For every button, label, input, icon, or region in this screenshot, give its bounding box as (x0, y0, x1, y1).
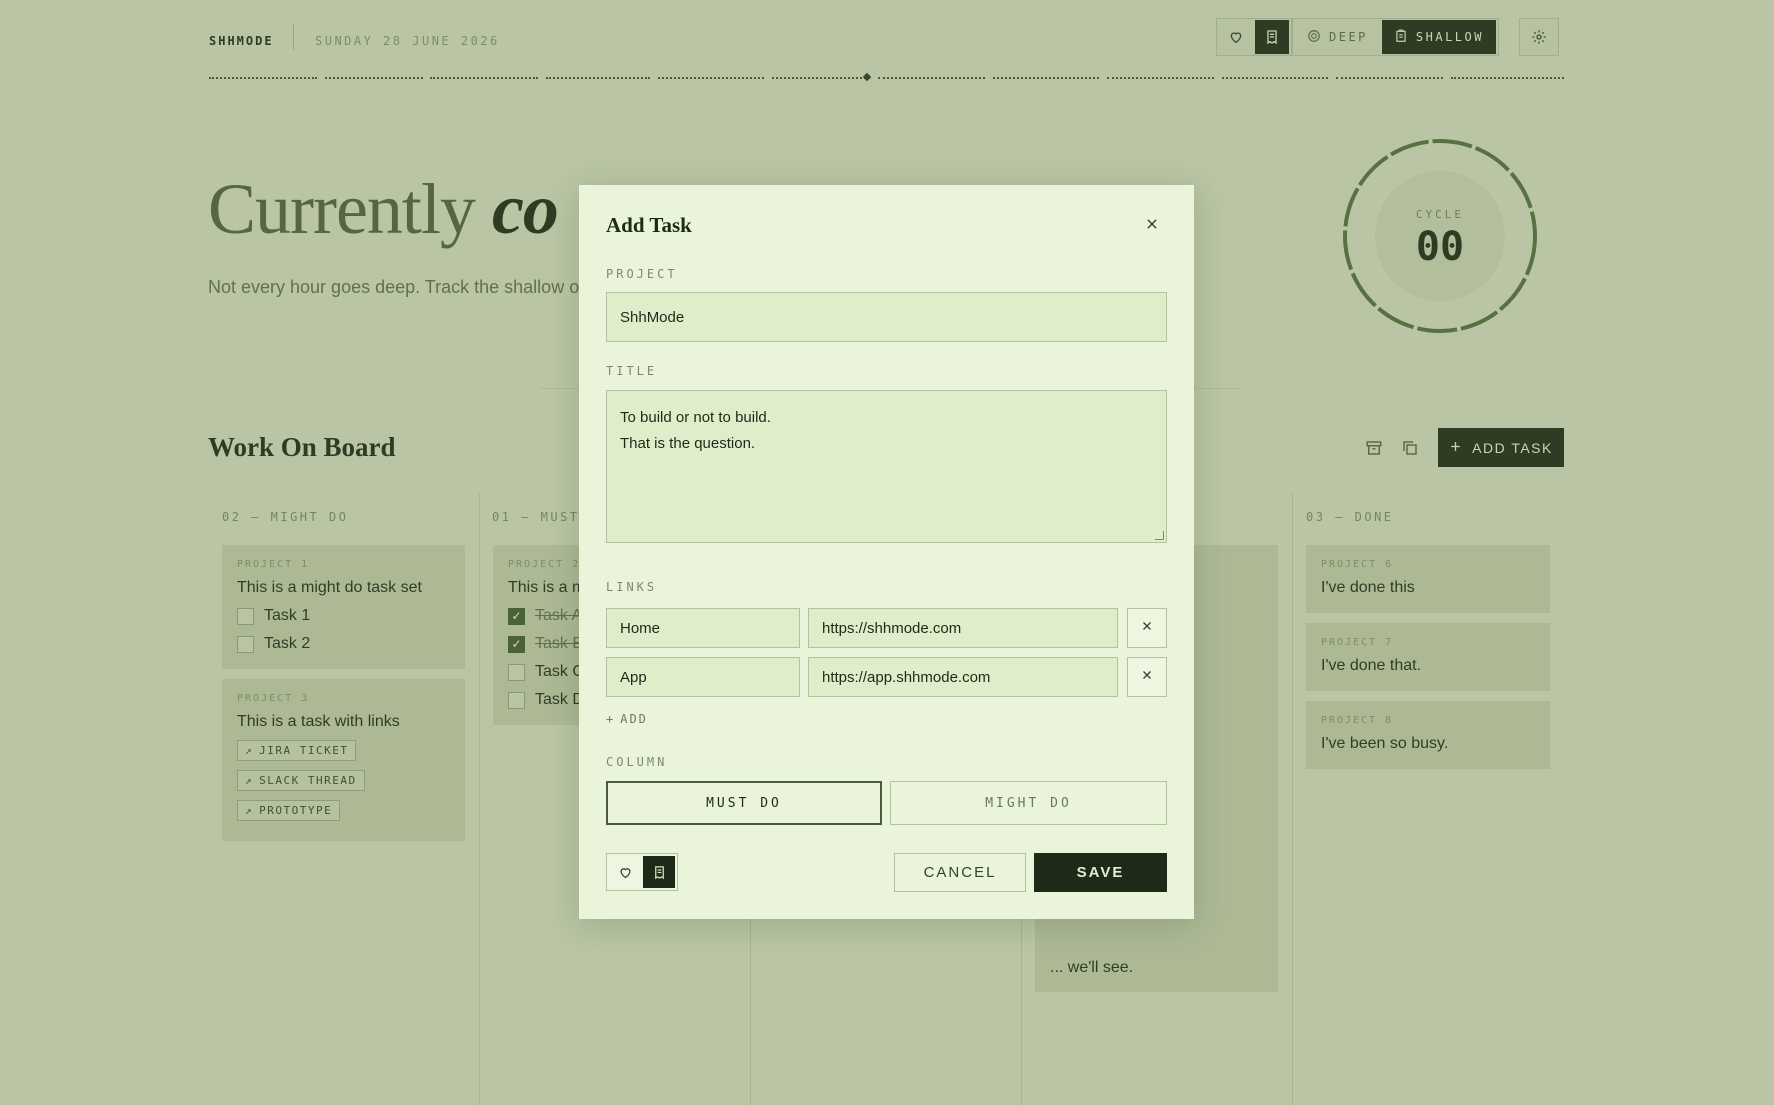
close-icon[interactable] (1141, 213, 1163, 235)
cancel-button[interactable]: CANCEL (894, 853, 1026, 892)
close-icon (1141, 668, 1153, 686)
add-link-label: ADD (620, 712, 648, 726)
add-link-button[interactable]: + ADD (606, 712, 648, 726)
column-label: COLUMN (606, 755, 668, 769)
save-button[interactable]: SAVE (1034, 853, 1167, 892)
task-type-toggle (606, 853, 678, 891)
remove-link-button[interactable] (1127, 657, 1167, 697)
title-label: TITLE (606, 364, 658, 378)
dialog-title: Add Task (606, 213, 692, 237)
link-url-input[interactable]: https://app.shhmode.com (808, 657, 1118, 697)
remove-link-button[interactable] (1127, 608, 1167, 648)
add-task-dialog: Add Task PROJECT ShhMode TITLE To build … (579, 185, 1194, 919)
title-textarea[interactable]: To build or not to build. That is the qu… (606, 390, 1167, 543)
title-text-line: That is the question. (620, 435, 756, 452)
link-url-input[interactable]: https://shhmode.com (808, 608, 1118, 648)
column-option-might-do[interactable]: MIGHT DO (890, 781, 1167, 825)
link-name-input[interactable]: Home (606, 608, 800, 648)
links-label: LINKS (606, 580, 658, 594)
title-text-line: To build or not to build. (620, 409, 771, 426)
project-label: PROJECT (606, 267, 678, 281)
link-name-input[interactable]: App (606, 657, 800, 697)
close-icon (1141, 619, 1153, 637)
column-option-must-do[interactable]: MUST DO (606, 781, 882, 825)
receipt-icon[interactable] (643, 856, 675, 888)
heart-icon[interactable] (609, 856, 641, 888)
project-input[interactable]: ShhMode (606, 292, 1167, 342)
resize-handle[interactable] (1155, 531, 1164, 540)
plus-icon: + (606, 712, 616, 726)
